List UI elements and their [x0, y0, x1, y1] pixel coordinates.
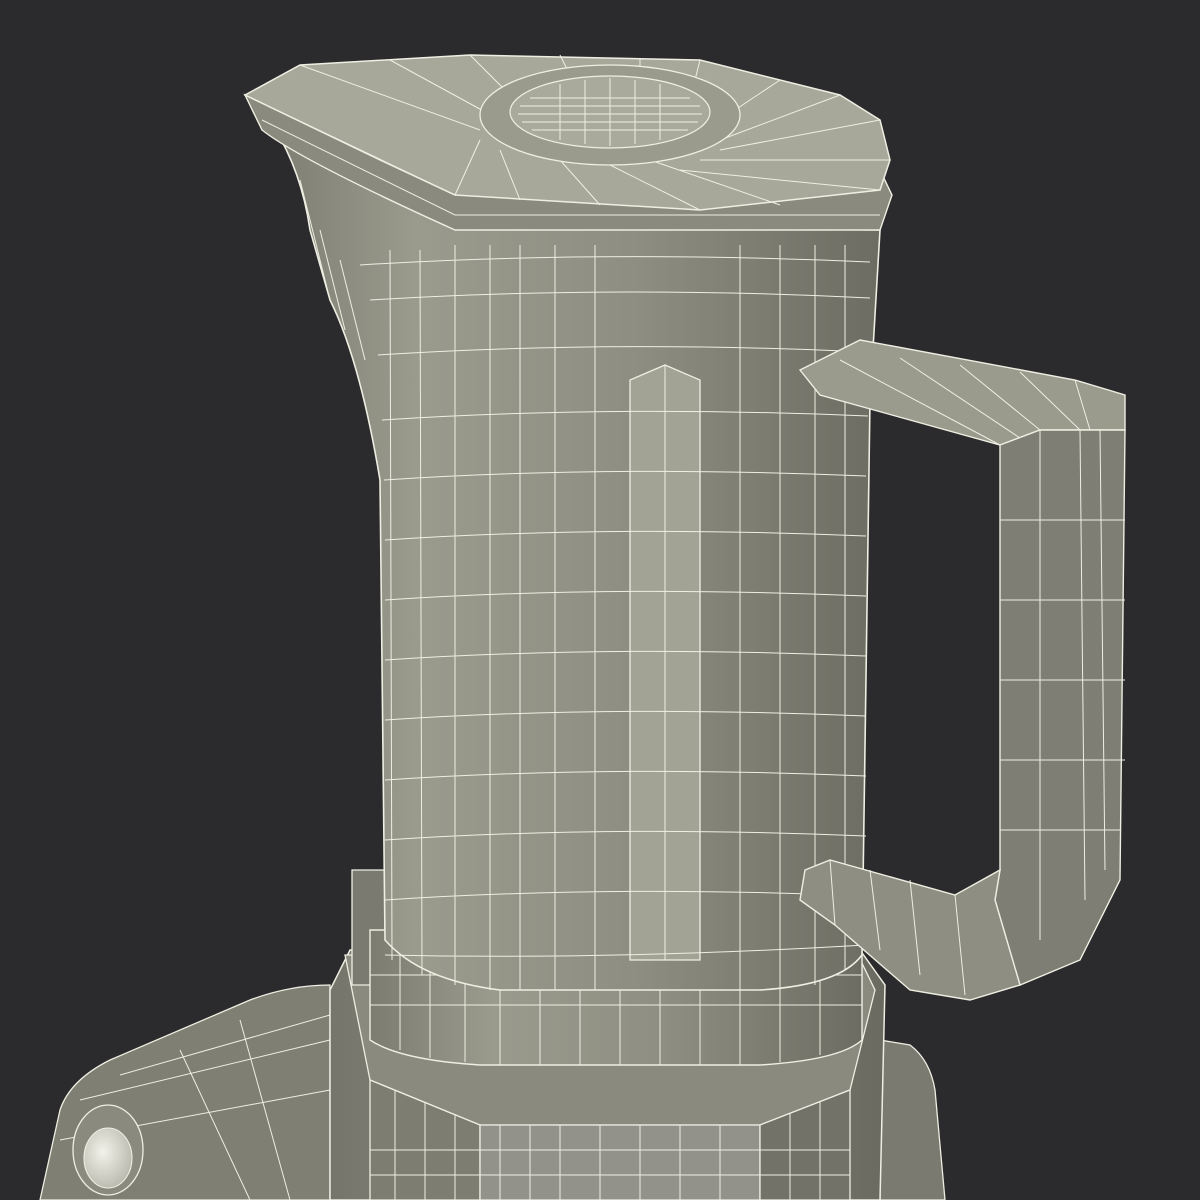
base-front-face-center [479, 1124, 761, 1200]
vent-icon [479, 64, 741, 166]
handle-grip [994, 429, 1126, 986]
knob-icon [83, 1127, 133, 1189]
blender-wireframe-scene [0, 0, 1200, 1200]
control-button[interactable] [72, 1104, 144, 1196]
